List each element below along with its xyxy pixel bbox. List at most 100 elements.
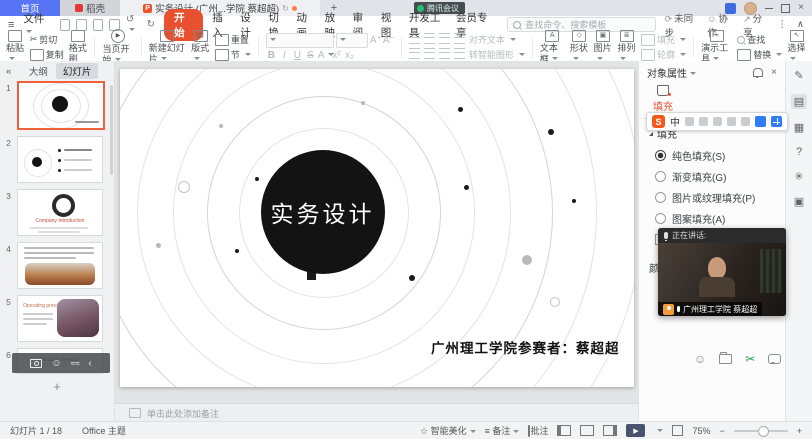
replace-button[interactable]: 替换 [737, 48, 782, 61]
normal-view-icon[interactable] [557, 425, 571, 436]
zoom-level[interactable]: 75% [692, 426, 710, 436]
option-pattern-fill[interactable]: 图案填充(A) [639, 208, 785, 229]
thumb-3-preview[interactable]: Company Introduction [17, 189, 103, 236]
option-picture-fill[interactable]: 图片或纹理填充(P) [639, 187, 785, 208]
font-family-select[interactable] [266, 33, 334, 48]
outline-button[interactable]: 轮廓 [641, 48, 686, 61]
slide-thumbnail-4[interactable]: 4 [0, 242, 114, 289]
screenshot-scissors-icon[interactable]: ✂ [745, 352, 755, 366]
play-options-caret[interactable] [654, 426, 663, 436]
arrange-button[interactable]: ≣ 排列 [617, 30, 636, 64]
align-left-icon[interactable] [409, 48, 420, 59]
paste-button[interactable]: 粘贴 [6, 30, 25, 64]
notes-bar[interactable]: 单击此处添加备注 [115, 403, 638, 422]
slide-editor[interactable]: 实务设计 广州理工学院参赛者：蔡超超 [120, 69, 634, 387]
slide-thumbnail-1[interactable]: 1 [0, 81, 114, 130]
title-circle[interactable]: 实务设计 [261, 150, 385, 274]
signature-tool-icon[interactable]: ✎ [794, 69, 803, 82]
align-text-button[interactable]: 对齐文本 [469, 33, 516, 46]
zoom-out-button[interactable]: − [719, 426, 724, 436]
picture-button[interactable]: ▣ 图片 [594, 30, 613, 64]
bold-button[interactable]: B [266, 50, 277, 61]
voice-input-icon[interactable] [713, 117, 722, 126]
thumb-2-preview[interactable] [17, 136, 103, 183]
to-smartart-button[interactable]: 转智能图形 [469, 48, 525, 61]
collapse-toolbar-icon[interactable]: ‹ [88, 358, 91, 369]
keyboard-icon[interactable] [727, 117, 736, 126]
folder-icon[interactable] [719, 354, 732, 364]
chat-icon[interactable] [768, 354, 781, 364]
slide-thumbnail-2[interactable]: 2 [0, 136, 114, 183]
fill-button[interactable]: 填充 [641, 33, 686, 46]
ime-toolbar[interactable]: S 中 [646, 112, 788, 131]
option-solid-fill[interactable]: 纯色填充(S) [639, 145, 785, 166]
slide-thumbnail-3[interactable]: 3 Company Introduction [0, 189, 114, 236]
subscript-button[interactable]: x₂ [344, 50, 355, 61]
punctuation-icon[interactable] [685, 117, 694, 126]
find-button[interactable]: 查找 [737, 33, 782, 46]
export-icon[interactable] [76, 19, 87, 31]
textbox-button[interactable]: A 文本框 [540, 30, 565, 64]
zoom-slider-knob[interactable] [758, 426, 769, 437]
new-slide-button[interactable]: + 新建幻灯片 [149, 30, 186, 64]
panel-title[interactable]: 对象属性 [647, 65, 696, 80]
radio-picture[interactable] [655, 192, 666, 203]
animation-pane-icon[interactable]: ▦ [794, 121, 804, 134]
indent-decrease-icon[interactable] [439, 33, 450, 44]
italic-button[interactable]: I [279, 50, 290, 61]
slide-thumbnail-5[interactable]: 5 Operating principle [0, 295, 114, 342]
zoom-in-button[interactable]: + [797, 426, 802, 436]
format-painter-button[interactable]: 格式刷 [69, 30, 88, 64]
radio-pattern[interactable] [655, 213, 666, 224]
camera-icon[interactable] [30, 359, 42, 368]
strikethrough-button[interactable]: S [305, 50, 316, 61]
bell-icon[interactable] [753, 68, 763, 77]
tab-outline[interactable]: 大纲 [29, 64, 48, 78]
thumb-4-preview[interactable] [17, 242, 103, 289]
indent-increase-icon[interactable] [454, 33, 465, 44]
reading-view-icon[interactable] [603, 425, 617, 436]
option-gradient-fill[interactable]: 渐变填充(G) [639, 166, 785, 187]
sticker-icon[interactable]: ☺ [694, 352, 706, 366]
panel-collapse-icon[interactable]: « [6, 66, 11, 77]
theme-name[interactable]: Office 主题 [82, 424, 126, 437]
presenter-tools-button[interactable]: ⌖ 演示工具 [701, 30, 732, 64]
sorter-view-icon[interactable] [580, 425, 594, 436]
save-icon[interactable] [60, 19, 71, 31]
font-color-button[interactable]: A [318, 50, 329, 61]
properties-pane-icon[interactable]: ▤ [791, 94, 807, 109]
decrease-font-icon[interactable]: A⁻ [383, 35, 394, 46]
sogou-logo-icon[interactable]: S [652, 115, 665, 128]
underline-button[interactable]: U [292, 50, 303, 61]
more-icon[interactable]: ⋮ [778, 19, 788, 30]
collapse-ribbon-icon[interactable]: ∧ [797, 19, 804, 30]
minimize-button[interactable] [765, 8, 773, 9]
help-icon[interactable]: ? [796, 146, 802, 158]
layout-button[interactable]: ▤ 版式 [191, 30, 210, 64]
zoom-slider[interactable] [734, 430, 788, 432]
shape-button[interactable]: ◇ 形状 [570, 30, 589, 64]
floating-capture-toolbar[interactable]: ☺ ≈≈ ‹ [12, 353, 110, 373]
meeting-video-overlay[interactable]: 正在讲话: 广州理工学院 蔡超超 [658, 228, 786, 316]
copy-button[interactable]: 复制 [30, 48, 64, 61]
font-size-select[interactable] [336, 33, 368, 48]
fit-zoom-icon[interactable] [672, 425, 683, 436]
toolbox-grid-icon[interactable] [771, 116, 782, 127]
cut-button[interactable]: ✂剪切 [30, 33, 64, 46]
select-button[interactable]: ↖ 选择 [787, 30, 806, 64]
account-icon[interactable] [741, 117, 750, 126]
resource-icon[interactable]: ▣ [794, 195, 804, 208]
chinese-mode-icon[interactable]: 中 [670, 114, 680, 129]
panel-close-icon[interactable]: × [771, 67, 777, 78]
increase-font-icon[interactable]: A⁺ [370, 35, 381, 46]
slide-canvas-area[interactable]: 实务设计 广州理工学院参赛者：蔡超超 [115, 61, 638, 403]
justify-icon[interactable] [454, 48, 465, 59]
tab-slides[interactable]: 幻灯片 [56, 63, 99, 79]
smart-beautify-button[interactable]: ☆ 智能美化 [420, 424, 476, 437]
slideshow-play-button[interactable]: ▶ [626, 424, 645, 437]
radio-solid[interactable] [655, 150, 666, 161]
comments-button[interactable]: 批注 [528, 424, 548, 437]
section-button[interactable]: 节 [215, 48, 251, 61]
redo-icon[interactable]: ↻ [147, 19, 155, 30]
reset-button[interactable]: 重置 [215, 33, 251, 46]
